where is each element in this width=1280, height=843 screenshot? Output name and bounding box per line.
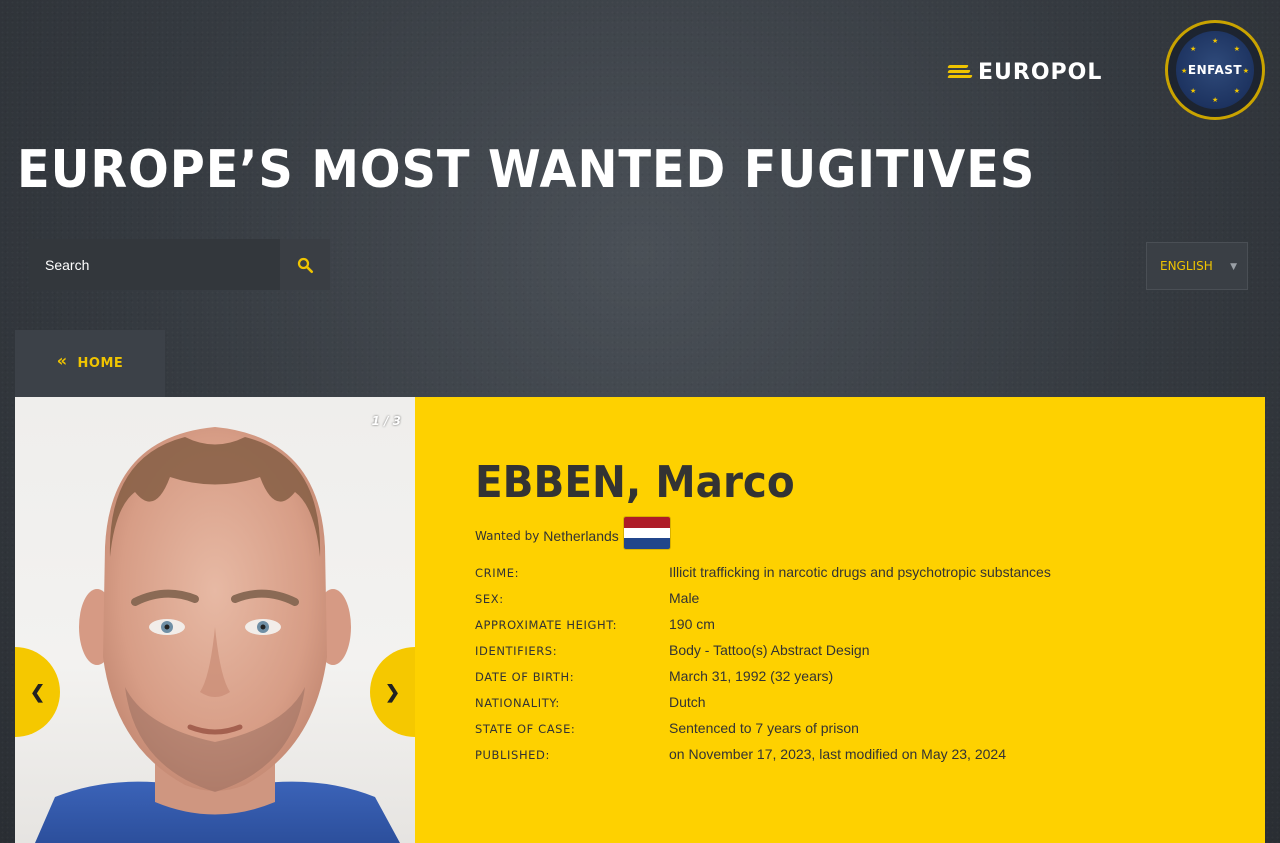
chevron-down-icon: ▼ xyxy=(1230,262,1237,272)
double-chevron-left-icon: « xyxy=(56,351,68,370)
home-label: HOME xyxy=(77,356,124,371)
detail-row-height: APPROXIMATE HEIGHT: 190 cm xyxy=(475,616,1235,642)
photo-counter: 1 / 3 xyxy=(371,414,401,428)
wanted-by-prefix: Wanted by xyxy=(475,529,540,543)
europol-logo-text: EUROPOL xyxy=(978,59,1103,85)
detail-label: STATE OF CASE: xyxy=(475,722,576,736)
detail-row-state-of-case: STATE OF CASE: Sentenced to 7 years of p… xyxy=(475,720,1235,746)
detail-value: on November 17, 2023, last modified on M… xyxy=(669,746,1006,762)
detail-row-published: PUBLISHED: on November 17, 2023, last mo… xyxy=(475,746,1235,772)
chevron-left-icon: ❮ xyxy=(29,681,46,702)
europol-mark-icon xyxy=(947,63,973,81)
detail-row-sex: SEX: Male xyxy=(475,590,1235,616)
detail-row-identifiers: IDENTIFIERS: Body - Tattoo(s) Abstract D… xyxy=(475,642,1235,668)
fugitive-details: CRIME: Illicit trafficking in narcotic d… xyxy=(475,564,1235,772)
fugitive-photo xyxy=(35,427,400,843)
home-link[interactable]: « HOME xyxy=(15,330,165,397)
detail-value: Illicit trafficking in narcotic drugs an… xyxy=(669,564,1051,580)
detail-value: 190 cm xyxy=(669,616,715,632)
language-select[interactable]: ENGLISH ▼ xyxy=(1146,242,1248,290)
fugitive-name: EBBEN, Marco xyxy=(475,457,795,508)
enfast-logo[interactable]: ★ ★ ★ ★ ★ ★ ★ ★ ENFAST xyxy=(1165,20,1265,120)
wanted-by-country: Netherlands xyxy=(543,528,619,544)
detail-label: NATIONALITY: xyxy=(475,696,560,710)
detail-label: DATE OF BIRTH: xyxy=(475,670,575,684)
search-box xyxy=(30,239,330,290)
search-icon xyxy=(297,257,314,273)
enfast-emblem: ★ ★ ★ ★ ★ ★ ★ ★ ENFAST xyxy=(1176,31,1254,109)
detail-label: APPROXIMATE HEIGHT: xyxy=(475,618,618,632)
fugitive-photo-gallery: 1 / 3 ❮ ❯ xyxy=(15,397,415,843)
detail-row-date-of-birth: DATE OF BIRTH: March 31, 1992 (32 years) xyxy=(475,668,1235,694)
detail-value: March 31, 1992 (32 years) xyxy=(669,668,834,684)
detail-value: Male xyxy=(669,590,700,606)
enfast-logo-text: ENFAST xyxy=(1187,63,1243,77)
detail-row-crime: CRIME: Illicit trafficking in narcotic d… xyxy=(475,564,1235,590)
detail-label: PUBLISHED: xyxy=(475,748,550,762)
page-title: EUROPE’S MOST WANTED FUGITIVES xyxy=(17,140,1036,200)
chevron-right-icon: ❯ xyxy=(384,681,401,702)
search-button[interactable] xyxy=(280,239,330,290)
detail-value: Sentenced to 7 years of prison xyxy=(669,720,859,736)
detail-row-nationality: NATIONALITY: Dutch xyxy=(475,694,1235,720)
detail-label: SEX: xyxy=(475,592,504,606)
detail-label: IDENTIFIERS: xyxy=(475,644,558,658)
language-selected-value: ENGLISH xyxy=(1160,259,1213,273)
detail-label: CRIME: xyxy=(475,566,520,580)
europol-logo[interactable]: EUROPOL xyxy=(947,59,1103,85)
fugitive-info-panel: EBBEN, Marco Wanted by Netherlands CRIME… xyxy=(415,397,1265,843)
detail-value: Dutch xyxy=(669,694,706,710)
search-input[interactable] xyxy=(30,239,280,290)
netherlands-flag-icon xyxy=(624,517,670,549)
detail-value: Body - Tattoo(s) Abstract Design xyxy=(669,642,870,658)
wanted-by: Wanted by Netherlands xyxy=(475,528,619,544)
